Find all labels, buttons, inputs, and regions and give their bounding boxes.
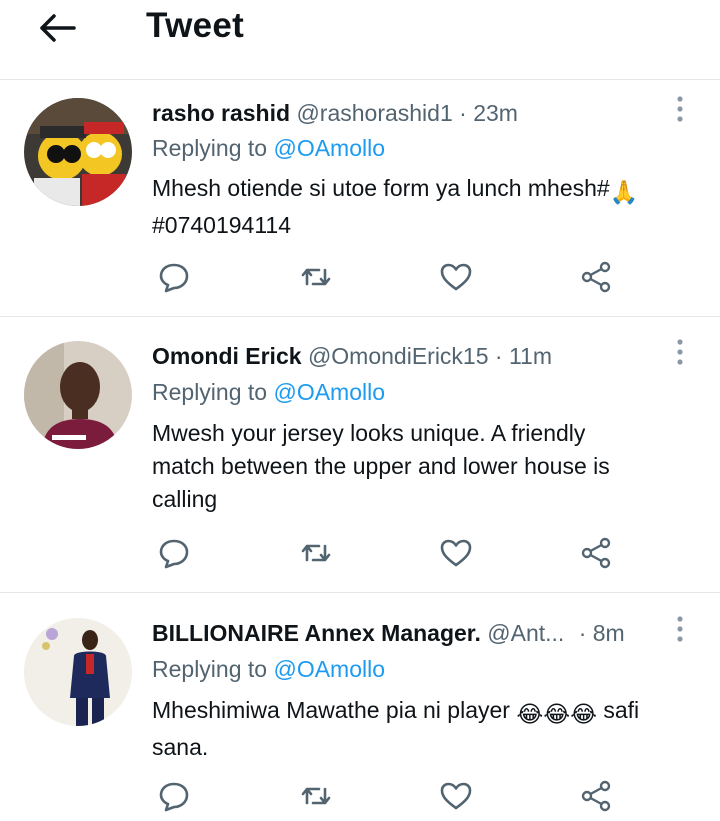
- replying-to: Replying to @OAmollo: [152, 375, 385, 409]
- tweet-text: Mwesh your jersey looks unique. A friend…: [152, 417, 672, 516]
- like-button[interactable]: [436, 257, 476, 297]
- avatar[interactable]: [24, 341, 132, 449]
- tweet-text-line: match between the upper and lower house …: [152, 453, 610, 479]
- more-vertical-icon: [677, 96, 683, 122]
- back-button[interactable]: [32, 8, 82, 48]
- tweet-text-line: Mheshimiwa Mawathe pia ni player: [152, 697, 510, 723]
- reply-button[interactable]: [154, 533, 194, 573]
- tweet-text: Mhesh otiende si utoe form ya lunch mhes…: [152, 172, 672, 242]
- separator-dot: ·: [578, 620, 587, 646]
- top-bar: Tweet: [0, 0, 720, 80]
- like-button[interactable]: [436, 776, 476, 816]
- replying-to-label: Replying to: [152, 656, 268, 682]
- retweet-button[interactable]: [296, 257, 336, 297]
- author-handle[interactable]: @rashorashid1: [296, 100, 452, 126]
- mention-link[interactable]: @OAmollo: [273, 656, 385, 682]
- share-button[interactable]: [576, 257, 616, 297]
- tweet-text-line: sana.: [152, 734, 209, 760]
- reply-tweet[interactable]: BILLIONAIRE Annex Manager. @Ant... · 8m …: [0, 593, 720, 821]
- avatar[interactable]: [24, 618, 132, 726]
- more-options-button[interactable]: [668, 614, 692, 644]
- tweet-text-line: Mwesh your jersey looks unique. A friend…: [152, 420, 586, 446]
- tweet-text-line: calling: [152, 486, 218, 512]
- reply-icon: [159, 539, 189, 569]
- tweet-time[interactable]: 11m: [509, 343, 552, 369]
- share-button[interactable]: [576, 776, 616, 816]
- more-options-button[interactable]: [668, 94, 692, 124]
- tweet-text-line: #0740194114: [152, 212, 291, 238]
- replying-to-label: Replying to: [152, 379, 268, 405]
- more-vertical-icon: [677, 339, 683, 365]
- share-icon: [581, 261, 611, 293]
- page-title: Tweet: [146, 6, 245, 45]
- tweet-time[interactable]: 23m: [473, 100, 518, 126]
- retweet-button[interactable]: [296, 533, 336, 573]
- heart-icon: [440, 263, 472, 291]
- more-options-button[interactable]: [668, 337, 692, 367]
- retweet-button[interactable]: [296, 776, 336, 816]
- heart-icon: [440, 539, 472, 567]
- tweet-header: Omondi Erick @OmondiErick15 · 11m: [152, 339, 552, 373]
- reply-tweet[interactable]: rasho rashid @rashorashid1 · 23m Replyin…: [0, 80, 720, 317]
- tweet-text: Mheshimiwa Mawathe pia ni player 😂😂😂 saf…: [152, 694, 672, 764]
- reply-icon: [159, 782, 189, 812]
- separator-dot: ·: [459, 100, 467, 126]
- share-icon: [581, 537, 611, 569]
- like-button[interactable]: [436, 533, 476, 573]
- author-name[interactable]: rasho rashid: [152, 100, 290, 126]
- tweet-text-line: Mhesh otiende si utoe form ya lunch mhes…: [152, 175, 610, 201]
- replying-to: Replying to @OAmollo: [152, 131, 385, 165]
- laughing-emoji: 😂😂😂: [516, 701, 597, 727]
- arrow-left-icon: [40, 14, 76, 42]
- pray-emoji: 🙏: [609, 179, 639, 205]
- retweet-icon: [301, 544, 331, 562]
- tweet-header: BILLIONAIRE Annex Manager. @Ant... · 8m: [152, 616, 625, 650]
- author-handle[interactable]: @Ant...: [487, 620, 564, 646]
- share-button[interactable]: [576, 533, 616, 573]
- more-vertical-icon: [677, 616, 683, 642]
- reply-button[interactable]: [154, 257, 194, 297]
- author-handle[interactable]: @OmondiErick15: [308, 343, 489, 369]
- mention-link[interactable]: @OAmollo: [273, 135, 385, 161]
- retweet-icon: [301, 268, 331, 286]
- tweet-header: rasho rashid @rashorashid1 · 23m: [152, 96, 518, 130]
- reply-button[interactable]: [154, 776, 194, 816]
- heart-icon: [440, 782, 472, 810]
- author-name[interactable]: BILLIONAIRE Annex Manager.: [152, 620, 481, 646]
- avatar[interactable]: [24, 98, 132, 206]
- retweet-icon: [301, 787, 331, 805]
- separator-dot: ·: [494, 343, 503, 369]
- reply-tweet[interactable]: Omondi Erick @OmondiErick15 · 11m Replyi…: [0, 317, 720, 593]
- mention-link[interactable]: @OAmollo: [273, 379, 385, 405]
- share-icon: [581, 780, 611, 812]
- tweet-text-word: safi: [603, 697, 640, 723]
- reply-icon: [159, 263, 189, 293]
- author-name[interactable]: Omondi Erick: [152, 343, 302, 369]
- replying-to: Replying to @OAmollo: [152, 652, 385, 686]
- replying-to-label: Replying to: [152, 135, 268, 161]
- tweet-time[interactable]: 8m: [593, 620, 625, 646]
